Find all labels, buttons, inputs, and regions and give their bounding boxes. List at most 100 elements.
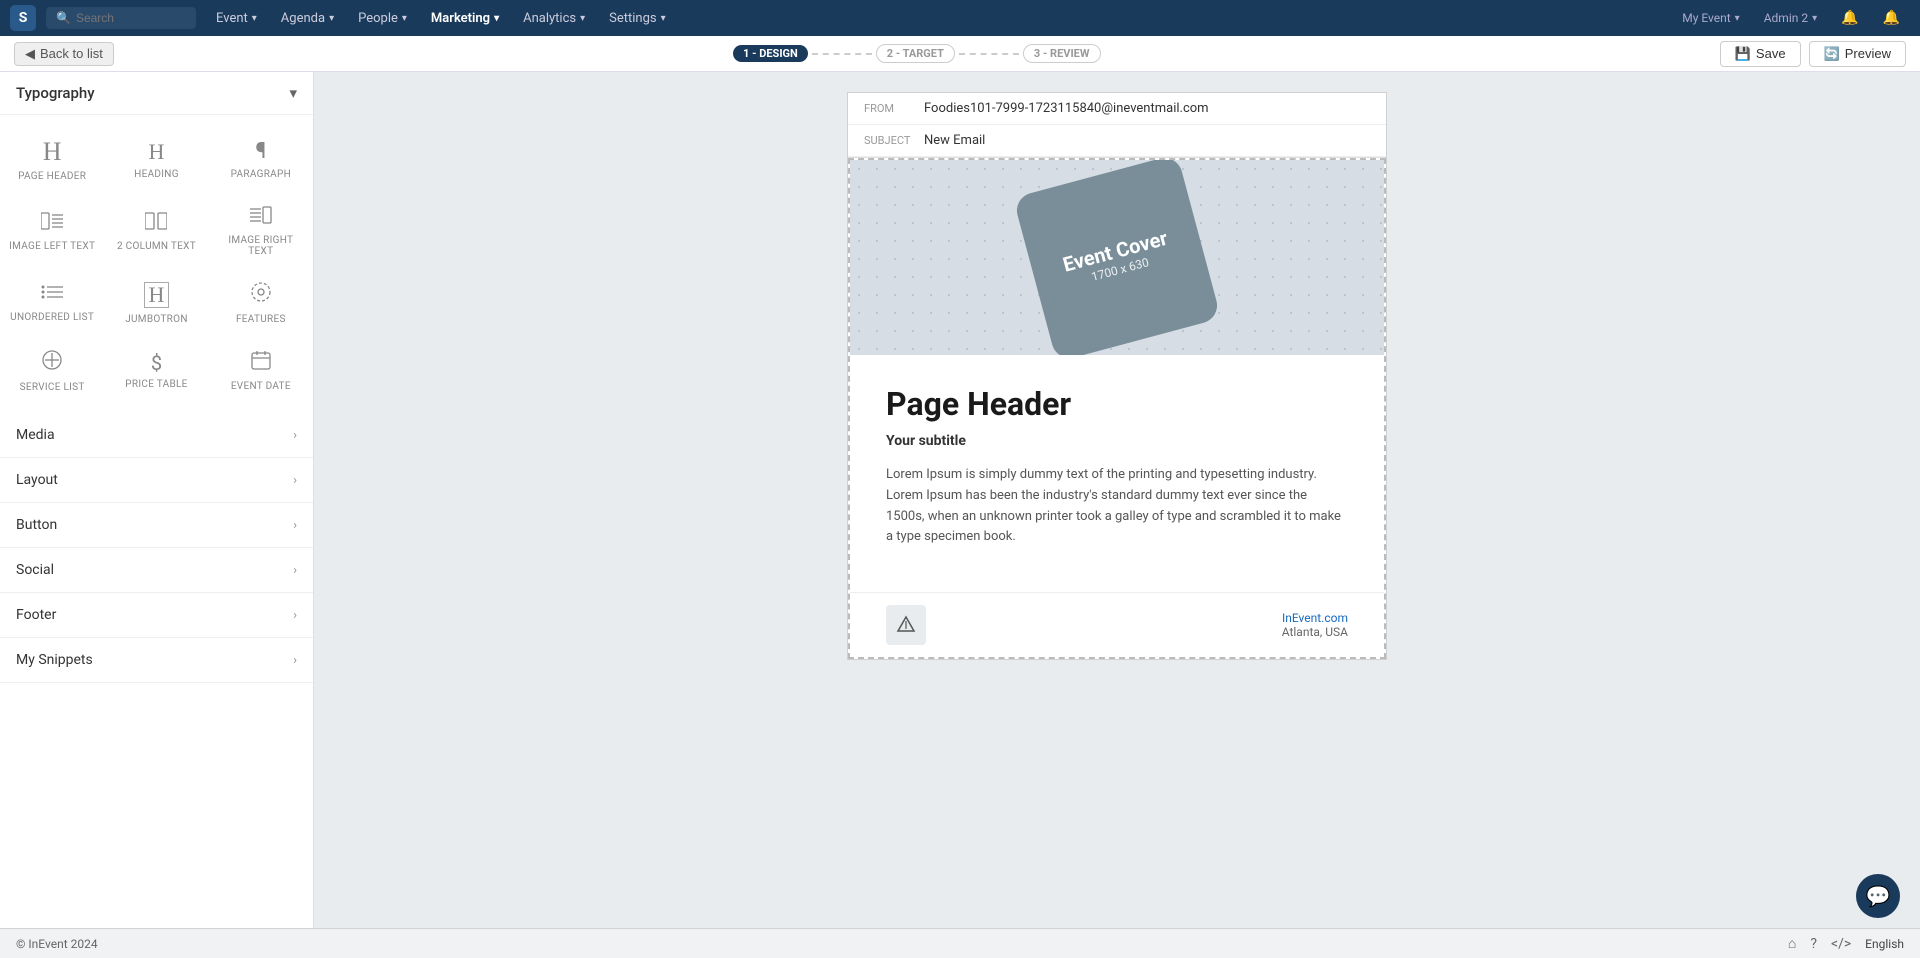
email-meta: FROM Foodies101-7999-1723115840@ineventm… xyxy=(848,93,1386,158)
typo-image-left-text[interactable]: IMAGE LEFT TEXT xyxy=(0,192,104,267)
footer-logo xyxy=(886,605,926,645)
main-layout: Typography ▾ H PAGE HEADER H HEADING ¶ P… xyxy=(0,72,1920,928)
typography-grid: H PAGE HEADER H HEADING ¶ PARAGRAPH xyxy=(0,115,313,413)
media-section: Media › xyxy=(0,413,313,458)
footer-link[interactable]: InEvent.com xyxy=(1282,611,1348,625)
snippets-section: My Snippets › xyxy=(0,638,313,683)
typography-label: Typography xyxy=(16,84,95,102)
nav-admin[interactable]: Admin 2▾ xyxy=(1754,7,1827,29)
footer-location: Atlanta, USA xyxy=(1282,625,1348,639)
back-to-list-button[interactable]: ◀ Back to list xyxy=(14,42,114,66)
step-review[interactable]: 3 - REVIEW xyxy=(1023,44,1101,63)
email-body: Event Cover 1700 x 630 Page Header Your … xyxy=(848,158,1386,659)
typo-features[interactable]: FEATURES xyxy=(209,267,313,335)
media-chevron-icon: › xyxy=(293,428,297,443)
email-content-section: Page Header Your subtitle Lorem Ipsum is… xyxy=(850,355,1384,592)
email-subject-field[interactable]: SUBJECT New Email xyxy=(848,125,1386,157)
code-icon[interactable]: </> xyxy=(1831,936,1851,952)
nav-notif-icon[interactable]: 🔔 xyxy=(1873,6,1910,30)
footer-chevron-icon: › xyxy=(293,608,297,623)
button-section-header[interactable]: Button › xyxy=(0,503,313,547)
typo-image-right-text[interactable]: IMAGE RIGHT TEXT xyxy=(209,192,313,267)
help-icon[interactable]: ? xyxy=(1810,936,1817,952)
canvas-area: FROM Foodies101-7999-1723115840@ineventm… xyxy=(314,72,1920,928)
social-section: Social › xyxy=(0,548,313,593)
typo-event-date[interactable]: EVENT DATE xyxy=(209,335,313,403)
search-input[interactable] xyxy=(76,11,186,25)
nav-marketing[interactable]: Marketing▾ xyxy=(421,7,509,30)
nav-event[interactable]: Event▾ xyxy=(206,7,267,30)
jumbotron-icon: H xyxy=(144,282,170,308)
button-section: Button › xyxy=(0,503,313,548)
service-list-icon xyxy=(41,349,63,376)
step-design[interactable]: 1 - DESIGN xyxy=(733,45,808,62)
layout-chevron-icon: › xyxy=(293,473,297,488)
event-date-icon xyxy=(251,350,271,375)
nav-settings[interactable]: Settings▾ xyxy=(599,7,676,30)
features-icon xyxy=(250,281,272,308)
social-chevron-icon: › xyxy=(293,563,297,578)
footer-text: InEvent.com Atlanta, USA xyxy=(1282,611,1348,639)
nav-people[interactable]: People▾ xyxy=(348,7,417,30)
layout-section-header[interactable]: Layout › xyxy=(0,458,313,502)
price-table-icon: $ xyxy=(151,353,162,373)
preview-button[interactable]: 🔄 Preview xyxy=(1809,41,1906,67)
save-button[interactable]: 💾 Save xyxy=(1720,41,1801,67)
two-column-icon xyxy=(145,212,167,235)
search-icon: 🔍 xyxy=(56,11,71,25)
typo-two-column[interactable]: 2 COLUMN TEXT xyxy=(104,192,208,267)
steps-container: 1 - DESIGN 2 - TARGET 3 - REVIEW xyxy=(126,44,1708,63)
page-header-icon: H xyxy=(43,139,62,165)
logo[interactable]: S xyxy=(10,5,36,31)
snippets-section-header[interactable]: My Snippets › xyxy=(0,638,313,682)
typography-chevron-icon: ▾ xyxy=(289,84,297,102)
typo-price-table[interactable]: $ PRICE TABLE xyxy=(104,335,208,403)
email-footer: InEvent.com Atlanta, USA xyxy=(850,592,1384,657)
preview-icon: 🔄 xyxy=(1824,46,1840,62)
typo-page-header[interactable]: H PAGE HEADER xyxy=(0,125,104,192)
nav-agenda[interactable]: Agenda▾ xyxy=(271,7,344,30)
step-line-1 xyxy=(812,53,872,55)
page-header-title: Page Header xyxy=(886,385,1348,423)
email-from-field: FROM Foodies101-7999-1723115840@ineventm… xyxy=(848,93,1386,125)
typo-unordered-list[interactable]: UNORDERED LIST xyxy=(0,267,104,335)
step-line-2 xyxy=(959,53,1019,55)
typography-section-header[interactable]: Typography ▾ xyxy=(0,72,313,115)
home-icon[interactable]: ⌂ xyxy=(1788,935,1796,952)
media-section-header[interactable]: Media › xyxy=(0,413,313,457)
language-selector[interactable]: English xyxy=(1865,937,1904,951)
button-chevron-icon: › xyxy=(293,518,297,533)
layout-section: Layout › xyxy=(0,458,313,503)
footer-section: Footer › xyxy=(0,593,313,638)
image-right-icon xyxy=(250,206,272,229)
typo-paragraph[interactable]: ¶ PARAGRAPH xyxy=(209,125,313,192)
chat-fab-button[interactable]: 💬 xyxy=(1856,874,1900,918)
page-body-text: Lorem Ipsum is simply dummy text of the … xyxy=(886,465,1348,548)
paragraph-icon: ¶ xyxy=(255,141,266,163)
save-icon: 💾 xyxy=(1735,46,1751,62)
image-left-icon xyxy=(41,212,63,235)
back-arrow-icon: ◀ xyxy=(25,46,35,62)
step-target[interactable]: 2 - TARGET xyxy=(876,44,955,63)
typo-service-list[interactable]: SERVICE LIST xyxy=(0,335,104,403)
bottom-bar: © InEvent 2024 ⌂ ? </> English xyxy=(0,928,1920,958)
social-section-header[interactable]: Social › xyxy=(0,548,313,592)
heading-icon: H xyxy=(149,141,165,163)
sidebar: Typography ▾ H PAGE HEADER H HEADING ¶ P… xyxy=(0,72,314,928)
snippets-chevron-icon: › xyxy=(293,653,297,668)
email-container: FROM Foodies101-7999-1723115840@ineventm… xyxy=(847,92,1387,660)
subheader: ◀ Back to list 1 - DESIGN 2 - TARGET 3 -… xyxy=(0,36,1920,72)
nav-bell-icon[interactable]: 🔔 xyxy=(1831,6,1868,30)
chat-icon: 💬 xyxy=(1866,884,1891,908)
unordered-list-icon xyxy=(41,283,63,306)
top-nav: S 🔍 Event▾ Agenda▾ People▾ Marketing▾ An… xyxy=(0,0,1920,36)
nav-my-event[interactable]: My Event▾ xyxy=(1672,7,1749,29)
typo-heading[interactable]: H HEADING xyxy=(104,125,208,192)
search-box[interactable]: 🔍 xyxy=(46,7,196,29)
typo-jumbotron[interactable]: H JUMBOTRON xyxy=(104,267,208,335)
footer-section-header[interactable]: Footer › xyxy=(0,593,313,637)
page-subtitle: Your subtitle xyxy=(886,433,1348,449)
nav-analytics[interactable]: Analytics▾ xyxy=(513,7,595,30)
copyright-text: © InEvent 2024 xyxy=(16,937,98,951)
event-cover[interactable]: Event Cover 1700 x 630 xyxy=(850,160,1384,355)
